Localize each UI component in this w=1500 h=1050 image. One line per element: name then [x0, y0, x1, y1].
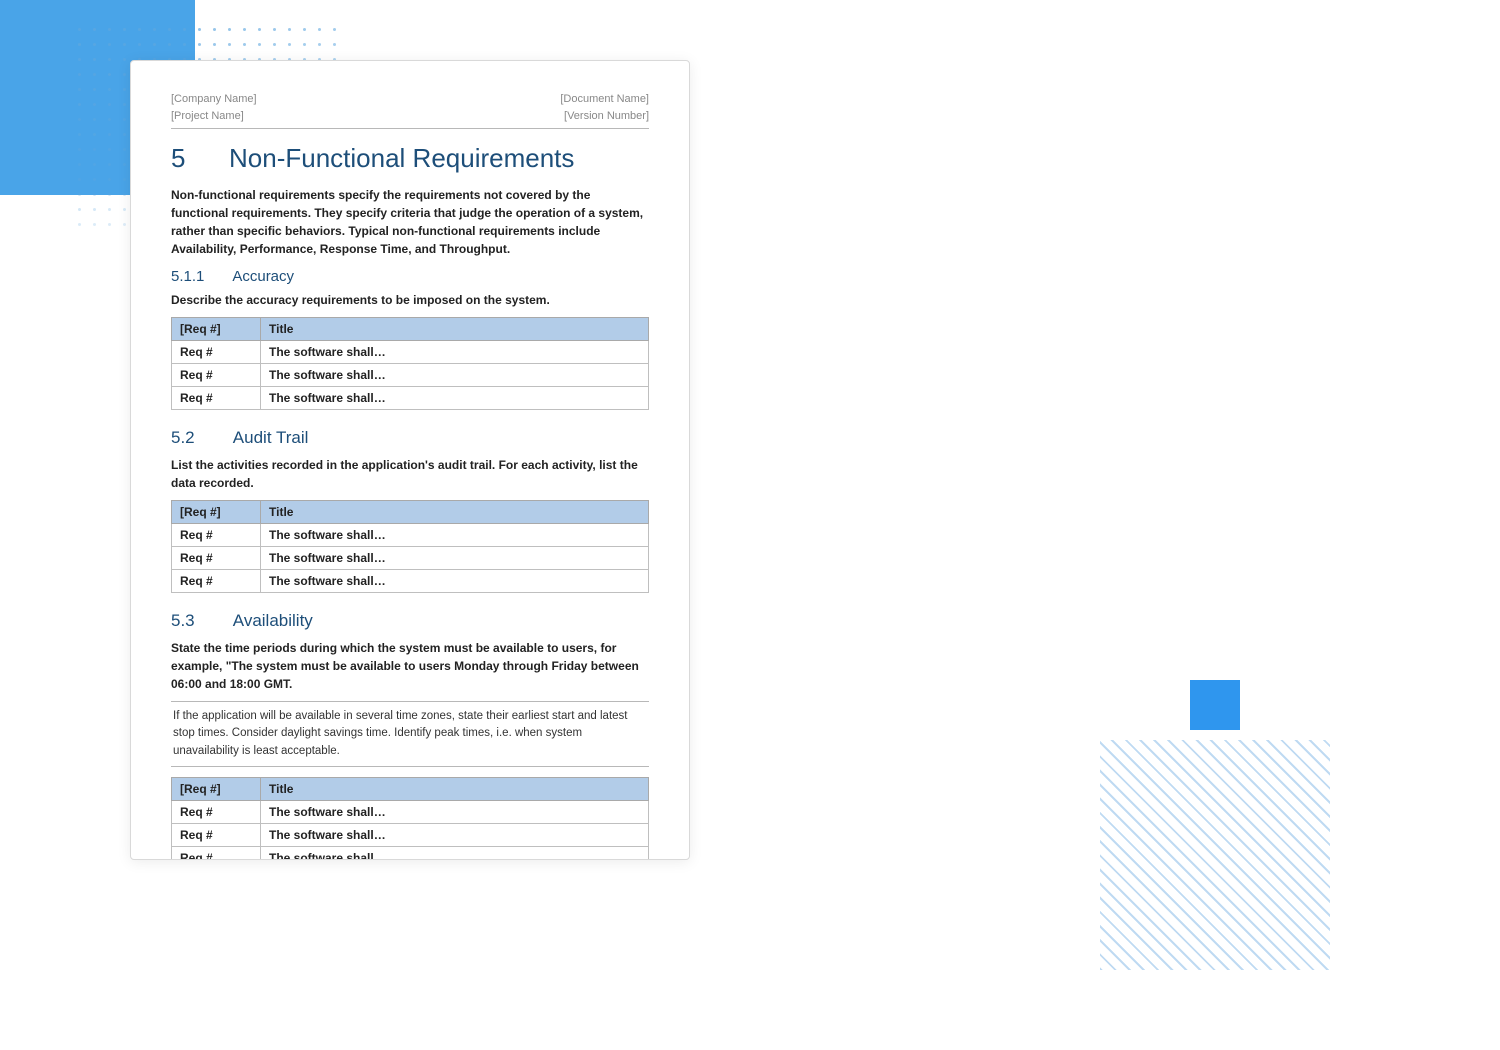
heading-capacity-limits: Capacity Limits — [701, 187, 1149, 207]
requirements-table: Title The software shall… The software s… — [701, 277, 1149, 370]
col-title: Title — [261, 501, 649, 524]
table-row: The software shall… — [702, 502, 1149, 525]
project-name: [Project Name] — [171, 108, 257, 125]
heading-operational-requirements: Operational Requirements — [701, 589, 1149, 609]
heading-performance: Performance — [701, 772, 1149, 792]
col-req-num: [Req #] — [172, 777, 261, 800]
table-row: The software shall… — [702, 525, 1149, 548]
table-row: Req #The software shall… — [172, 524, 649, 547]
decoration-hatch-pattern — [1100, 740, 1330, 970]
body-text: he length of time data must be retained … — [701, 416, 1149, 470]
col-title: Title — [261, 318, 649, 341]
col-title: Title — [739, 479, 1149, 502]
table-row: The software shall… — [702, 324, 1149, 347]
table-header-row: Title — [702, 278, 1149, 301]
table-header-row: [Req #]Title — [172, 501, 649, 524]
table-row: The software shall… — [702, 708, 1149, 731]
col-title: Title — [739, 662, 1149, 685]
version-number: [Version Number] — [560, 108, 649, 125]
table-row: Req #The software shall… — [172, 364, 649, 387]
decoration-small-square — [1190, 680, 1240, 730]
col-title: Title — [261, 777, 649, 800]
note-text: If the application will be available in … — [171, 701, 649, 767]
doc-header: y Name] lame] [Document Name] [Version N… — [701, 131, 1149, 169]
project-name: lame] — [701, 148, 742, 165]
col-req-num: [Req #] — [172, 318, 261, 341]
section-intro: Non-functional requirements specify the … — [171, 186, 649, 258]
heading-5-1-1: 5.1.1 Accuracy — [171, 268, 649, 285]
doc-header: [Company Name] [Project Name] [Document … — [171, 91, 649, 129]
document-name: [Document Name] — [1060, 131, 1149, 148]
table-header-row: Title — [702, 662, 1149, 685]
body-text: List the activities recorded in the appl… — [171, 456, 649, 492]
table-row: Req #The software shall… — [172, 387, 649, 410]
col-title: Title — [739, 278, 1149, 301]
table-row: Req #The software shall… — [172, 547, 649, 570]
requirements-table: [Req #]Title Req #The software shall… Re… — [171, 777, 649, 860]
table-row: Req #The software shall… — [172, 800, 649, 823]
heading-5-3: 5.3 Availability — [171, 611, 649, 631]
table-header-row: [Req #]Title — [172, 777, 649, 800]
table-row: Req #The software shall… — [172, 570, 649, 593]
company-name: y Name] — [701, 131, 742, 148]
heading-data-retention: Data Retention — [701, 388, 1149, 408]
body-text: the system's capacity requirements in re… — [701, 215, 1149, 269]
version-number: [Version Number] — [1060, 148, 1149, 165]
table-row: The software shall… — [702, 731, 1149, 754]
table-row: Req #The software shall… — [172, 846, 649, 860]
body-text: Describe the accuracy requirements to be… — [171, 291, 649, 309]
heading-section-5: 5 Non-Functional Requirements — [171, 143, 649, 174]
stage: y Name] lame] [Document Name] [Version N… — [0, 0, 1500, 1050]
table-header-row: Title — [702, 479, 1149, 502]
table-row: Req #The software shall… — [172, 823, 649, 846]
col-req-num: [Req #] — [172, 501, 261, 524]
table-row: Req #The software shall… — [172, 341, 649, 364]
company-name: [Company Name] — [171, 91, 257, 108]
document-page-1: [Company Name] [Project Name] [Document … — [130, 60, 690, 860]
table-header-row: [Req #]Title — [172, 318, 649, 341]
table-row: The software shall… — [702, 301, 1149, 324]
body-text: State the time periods during which the … — [171, 639, 649, 693]
requirements-table: Title The software shall… The software s… — [701, 478, 1149, 571]
body-text: e specific performance requirements for … — [701, 800, 1149, 870]
document-name: [Document Name] — [560, 91, 649, 108]
requirements-table: Title The software shall… The software s… — [701, 661, 1149, 754]
body-text: e operational requirements and contingen… — [701, 617, 1149, 653]
table-row: The software shall… — [702, 347, 1149, 370]
table-row: The software shall… — [702, 548, 1149, 571]
table-row: The software shall… — [702, 685, 1149, 708]
requirements-table: [Req #]Title Req #The software shall… Re… — [171, 317, 649, 410]
heading-5-2: 5.2 Audit Trail — [171, 428, 649, 448]
requirements-table: [Req #]Title Req #The software shall… Re… — [171, 500, 649, 593]
